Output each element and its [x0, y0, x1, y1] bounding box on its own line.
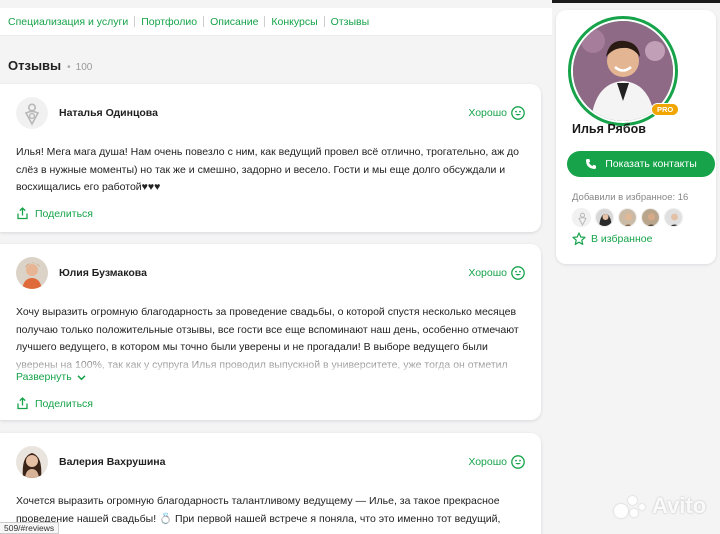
person-photo-icon	[665, 209, 682, 226]
rating-label: Хорошо	[468, 267, 507, 279]
favorites-avatars	[572, 208, 687, 227]
show-contacts-label: Показать контакты	[605, 158, 697, 170]
avatar[interactable]	[16, 257, 48, 289]
person-photo-icon	[16, 446, 48, 478]
review-text: Хочется выразить огромную благодарность …	[16, 495, 501, 525]
review-rating: Хорошо	[468, 106, 525, 120]
review-author[interactable]: Валерия Вахрушина	[59, 456, 165, 468]
review-rating: Хорошо	[468, 455, 525, 469]
avito-watermark: Avito	[614, 492, 706, 520]
avatar[interactable]	[664, 208, 683, 227]
phone-icon	[586, 159, 597, 169]
share-label: Поделиться	[35, 397, 93, 410]
share-icon	[17, 397, 28, 410]
review-header: Наталья Одинцова Хорошо	[16, 96, 525, 130]
avatar[interactable]	[641, 208, 660, 227]
rating-label: Хорошо	[468, 107, 507, 119]
favorites-count: Добавили в избранное: 16	[572, 192, 689, 203]
rating-label: Хорошо	[468, 456, 507, 468]
person-photo-icon	[596, 209, 613, 226]
avatar[interactable]	[595, 208, 614, 227]
profile-name: Илья Рябов	[572, 122, 646, 136]
avito-logo-icon	[614, 492, 646, 520]
reviews-header: Отзывы • 100	[8, 58, 92, 73]
share-label: Поделиться	[35, 207, 93, 220]
review-card: Валерия Вахрушина Хорошо Хочется выразит…	[0, 433, 541, 534]
reviews-count: 100	[75, 62, 93, 73]
review-header: Валерия Вахрушина Хорошо	[16, 445, 525, 479]
reviews-title: Отзывы	[8, 58, 62, 73]
nav-separator	[264, 16, 266, 27]
pro-badge: PRO	[651, 103, 680, 116]
chevron-down-icon	[77, 374, 86, 380]
star-icon	[572, 232, 586, 245]
share-button[interactable]: Поделиться	[16, 397, 93, 410]
default-ring-avatar-icon	[573, 209, 590, 226]
favorites-button-label: В избранное	[591, 233, 653, 245]
smile-icon	[511, 106, 525, 120]
share-button[interactable]: Поделиться	[16, 207, 93, 220]
share-icon	[17, 207, 28, 220]
nav-link-reviews[interactable]: Отзывы	[331, 16, 369, 28]
watermark-text: Avito	[652, 493, 707, 518]
person-photo-icon	[16, 257, 48, 289]
profile-card: PRO Илья Рябов Показать контакты Добавил…	[556, 10, 716, 264]
person-photo-icon	[642, 209, 659, 226]
expand-button[interactable]: Развернуть	[16, 371, 87, 383]
review-author[interactable]: Наталья Одинцова	[59, 107, 158, 119]
nav-separator	[323, 16, 325, 27]
show-contacts-button[interactable]: Показать контакты	[567, 151, 715, 177]
review-author[interactable]: Юлия Бузмакова	[59, 267, 147, 279]
nav-link-portfolio[interactable]: Портфолио	[141, 16, 197, 28]
default-ring-avatar-icon	[16, 97, 48, 129]
review-text: Илья! Мега мага душа! Нам очень повезло …	[16, 146, 520, 193]
review-card: Наталья Одинцова Хорошо Илья! Мега мага …	[0, 84, 541, 232]
nav-link-contests[interactable]: Конкурсы	[271, 16, 317, 28]
review-rating: Хорошо	[468, 266, 525, 280]
nav-link-services[interactable]: Специализация и услуги	[8, 16, 128, 28]
nav-separator	[134, 16, 136, 27]
main-column: Специализация и услуги Портфолио Описани…	[0, 0, 552, 534]
expand-label: Развернуть	[16, 371, 72, 383]
status-url: 509/#reviews	[0, 522, 60, 534]
smile-icon	[511, 455, 525, 469]
avatar[interactable]	[16, 446, 48, 478]
section-nav: Специализация и услуги Портфолио Описани…	[0, 8, 552, 36]
person-photo-icon	[619, 209, 636, 226]
review-card: Юлия Бузмакова Хорошо Хочу выразить огро…	[0, 244, 541, 420]
smile-icon	[511, 266, 525, 280]
avatar[interactable]	[16, 97, 48, 129]
avatar[interactable]	[618, 208, 637, 227]
reviews-dot: •	[67, 62, 71, 73]
review-header: Юлия Бузмакова Хорошо	[16, 256, 525, 290]
nav-link-description[interactable]: Описание	[210, 16, 258, 28]
add-to-favorites-button[interactable]: В избранное	[572, 232, 652, 246]
nav-separator	[203, 16, 205, 27]
avatar[interactable]	[572, 208, 591, 227]
